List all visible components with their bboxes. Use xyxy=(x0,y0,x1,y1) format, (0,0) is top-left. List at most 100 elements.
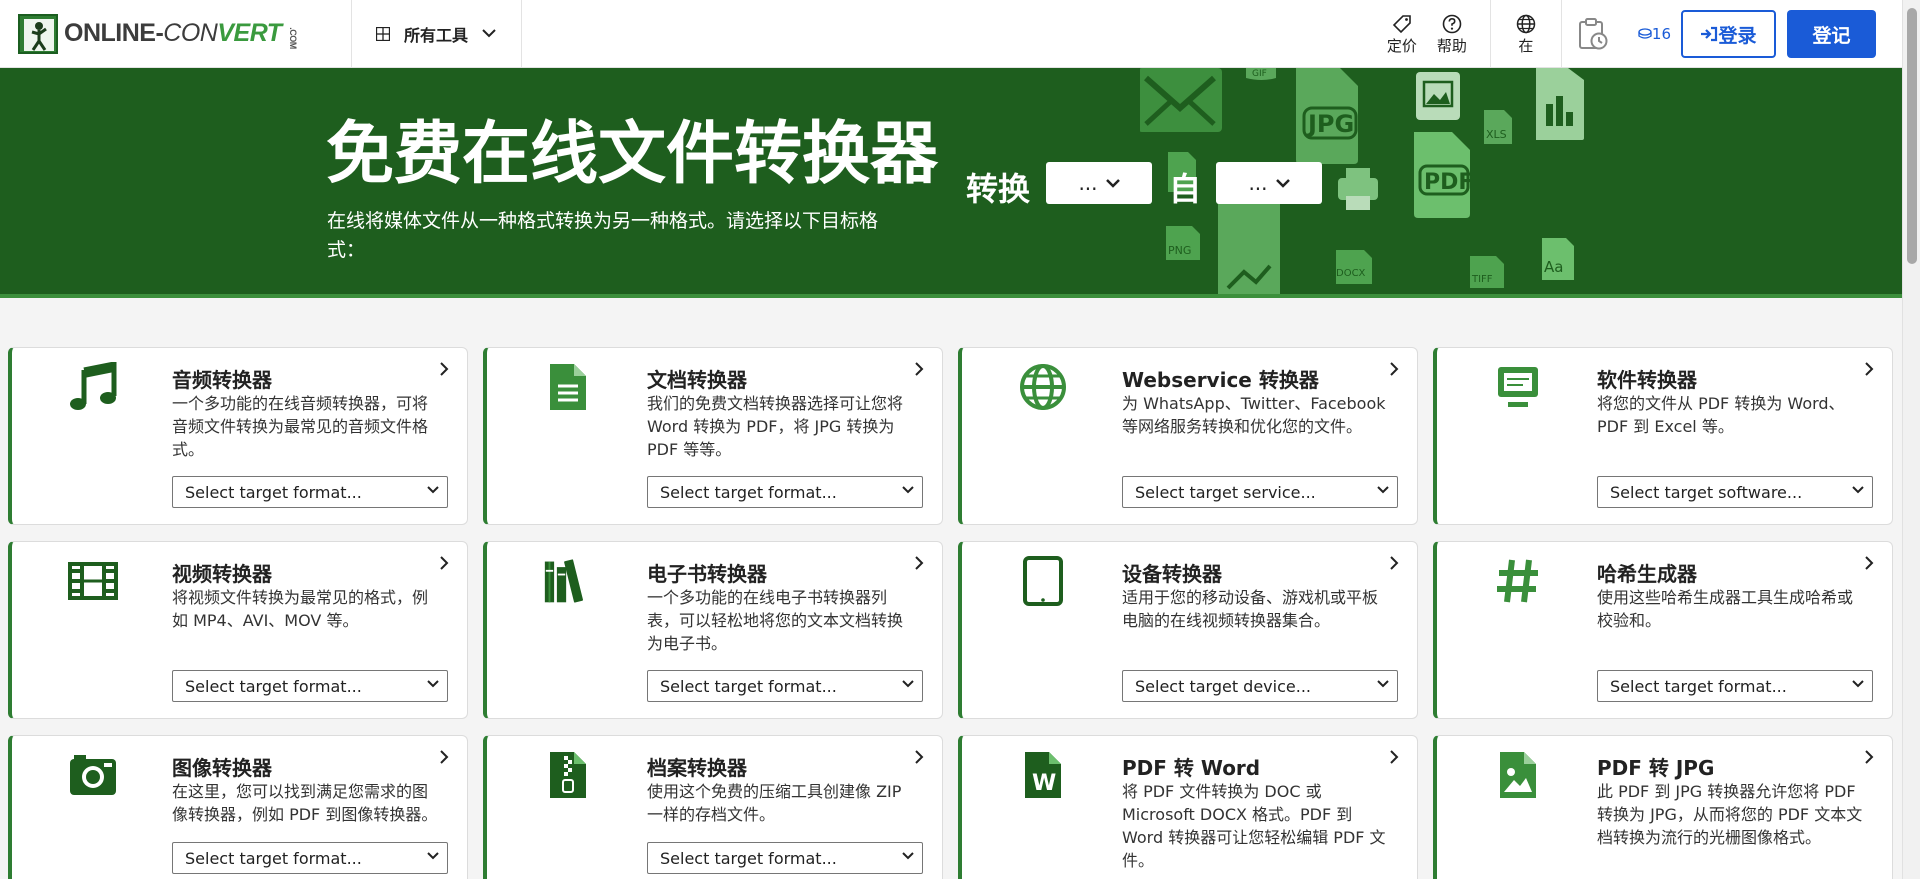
select-value: Select target service... xyxy=(1135,482,1316,502)
card-title: 哈希生成器 xyxy=(1597,562,1697,586)
card-pdf-to-word[interactable]: W PDF 转 Word 将 PDF 文件转换为 DOC 或 Microsoft… xyxy=(958,735,1418,879)
history-button[interactable] xyxy=(1562,17,1624,51)
convert-label: 转换 xyxy=(966,170,1031,208)
chevron-right-icon xyxy=(440,362,449,376)
card-description: 一个多功能的在线音频转换器，可将音频文件转换为最常见的音频文件格式。 xyxy=(172,394,429,459)
select-value: Select target format... xyxy=(660,848,837,868)
target-format-select[interactable]: Select target format... xyxy=(172,842,448,874)
logo-wordmark: ONLINE-CONVERT .COM xyxy=(64,19,298,49)
chevron-right-icon xyxy=(1390,750,1399,764)
card-description: 为 WhatsApp、Twitter、Facebook 等网络服务转换和优化您的… xyxy=(1122,394,1386,436)
chevron-right-icon xyxy=(1390,362,1399,376)
sign-in-icon xyxy=(1701,26,1718,42)
target-format-select[interactable]: Select target format... xyxy=(1597,670,1873,702)
chevron-down-icon xyxy=(1377,486,1389,494)
scrollbar-thumb[interactable] xyxy=(1907,8,1917,264)
hero-subtitle: 在线将媒体文件从一种格式转换为另一种格式。请选择以下目标格式： xyxy=(327,210,879,261)
card-video-converter[interactable]: 视频转换器 将视频文件转换为最常见的格式，例如 MP4、AVI、MOV 等。 S… xyxy=(8,541,468,719)
card-software-converter[interactable]: 软件转换器 将您的文件从 PDF 转换为 Word、PDF 到 Excel 等。… xyxy=(1433,347,1893,525)
card-audio-converter[interactable]: 音频转换器 一个多功能的在线音频转换器，可将音频文件转换为最常见的音频文件格式。… xyxy=(8,347,468,525)
card-webservice-converter[interactable]: Webservice 转换器 为 WhatsApp、Twitter、Facebo… xyxy=(958,347,1418,525)
card-title: 文档转换器 xyxy=(647,368,747,392)
select-value: Select target format... xyxy=(660,676,837,696)
chevron-down-icon xyxy=(902,486,914,494)
target-device-select[interactable]: Select target device... xyxy=(1122,670,1398,702)
chevron-down-icon xyxy=(427,852,439,860)
target-format-select[interactable]: Select target format... xyxy=(172,670,448,702)
camera-icon xyxy=(70,755,116,795)
card-title: PDF 转 Word xyxy=(1122,756,1261,780)
globe-icon xyxy=(1020,364,1066,410)
all-tools-label: 所有工具 xyxy=(404,25,469,45)
login-button[interactable]: 登录 xyxy=(1681,10,1776,58)
login-label: 登录 xyxy=(1718,24,1757,47)
chevron-down-icon xyxy=(1275,178,1290,188)
card-description: 使用这些哈希生成器工具生成哈希或校验和。 xyxy=(1597,588,1854,630)
card-description: 一个多功能的在线电子书转换器列表，可以轻松地将您的文本文档转换为电子书。 xyxy=(647,588,904,653)
grid-icon xyxy=(376,26,390,41)
help-label: 帮助 xyxy=(1436,36,1467,55)
select-value: Select target software... xyxy=(1610,482,1803,502)
target-format-value: ... xyxy=(1248,171,1268,195)
credits-count: 16 xyxy=(1651,25,1671,43)
chevron-right-icon xyxy=(915,556,924,570)
chevron-right-icon xyxy=(1390,556,1399,570)
card-ebook-converter[interactable]: 电子书转换器 一个多功能的在线电子书转换器列表，可以轻松地将您的文本文档转换为电… xyxy=(483,541,943,719)
zip-file-icon xyxy=(550,752,586,798)
chevron-down-icon xyxy=(1852,680,1864,688)
chevron-down-icon xyxy=(1377,680,1389,688)
logo-mark-icon xyxy=(18,13,58,54)
tag-icon xyxy=(1392,14,1411,33)
hero-title: 免费在线文件转换器 xyxy=(326,115,939,194)
card-device-converter[interactable]: 设备转换器 适用于您的移动设备、游戏机或平板电脑的在线视频转换器集合。 Sele… xyxy=(958,541,1418,719)
card-description: 使用这个免费的压缩工具创建像 ZIP 一样的存档文件。 xyxy=(647,782,902,824)
card-archive-converter[interactable]: 档案转换器 使用这个免费的压缩工具创建像 ZIP 一样的存档文件。 Select… xyxy=(483,735,943,879)
register-label: 登记 xyxy=(1812,24,1851,47)
register-button[interactable]: 登记 xyxy=(1787,10,1876,58)
gif-label: GIF xyxy=(1252,69,1267,79)
all-tools-dropdown[interactable]: 所有工具 xyxy=(352,0,522,68)
card-title: 电子书转换器 xyxy=(647,562,767,586)
jpg-label: JPG xyxy=(1306,110,1354,138)
card-document-converter[interactable]: 文档转换器 我们的免费文档转换器选择可让您将 Word 转换为 PDF，将 JP… xyxy=(483,347,943,525)
select-value: Select target format... xyxy=(660,482,837,502)
chevron-right-icon xyxy=(1865,362,1874,376)
hash-icon xyxy=(1497,559,1538,603)
card-description: 将您的文件从 PDF 转换为 Word、PDF 到 Excel 等。 xyxy=(1597,394,1845,436)
target-format-select[interactable]: Select target format... xyxy=(172,476,448,508)
document-icon xyxy=(550,364,586,410)
svg-text:W: W xyxy=(1032,771,1056,796)
card-title: PDF 转 JPG xyxy=(1597,756,1715,780)
card-title: 设备转换器 xyxy=(1122,562,1222,586)
card-pdf-to-jpg[interactable]: PDF 转 JPG 此 PDF 到 JPG 转换器允许您将 PDF 转换为 JP… xyxy=(1433,735,1893,879)
pdf-label: PDF xyxy=(1424,170,1473,195)
help-link[interactable]: 帮助 xyxy=(1432,13,1472,56)
site-logo[interactable]: ONLINE-CONVERT .COM xyxy=(0,0,352,68)
chevron-down-icon xyxy=(482,29,496,38)
card-description: 适用于您的移动设备、游戏机或平板电脑的在线视频转换器集合。 xyxy=(1122,588,1379,630)
target-format-select[interactable]: ... xyxy=(1216,162,1322,204)
select-value: Select target format... xyxy=(185,482,362,502)
coins-icon xyxy=(1638,28,1652,39)
chevron-right-icon xyxy=(440,750,449,764)
word-file-icon: W xyxy=(1025,752,1061,798)
chevron-down-icon xyxy=(902,680,914,688)
vertical-scrollbar[interactable] xyxy=(1902,0,1920,879)
card-title: Webservice 转换器 xyxy=(1122,368,1319,392)
xls-label: XLS xyxy=(1486,128,1507,141)
select-value: Select target format... xyxy=(1610,676,1787,696)
card-hash-generator[interactable]: 哈希生成器 使用这些哈希生成器工具生成哈希或校验和。 Select target… xyxy=(1433,541,1893,719)
credits-counter[interactable]: 16 xyxy=(1638,25,1671,43)
target-format-select[interactable]: Select target format... xyxy=(647,842,923,874)
card-title: 档案转换器 xyxy=(647,756,747,780)
target-service-select[interactable]: Select target service... xyxy=(1122,476,1398,508)
source-format-select[interactable]: ... xyxy=(1046,162,1152,204)
target-software-select[interactable]: Select target software... xyxy=(1597,476,1873,508)
chevron-right-icon xyxy=(1865,556,1874,570)
pricing-link[interactable]: 定价 xyxy=(1382,13,1422,56)
target-format-select[interactable]: Select target format... xyxy=(647,670,923,702)
chevron-right-icon xyxy=(1865,750,1874,764)
language-selector[interactable]: 在 xyxy=(1491,13,1561,56)
target-format-select[interactable]: Select target format... xyxy=(647,476,923,508)
card-image-converter[interactable]: 图像转换器 在这里，您可以找到满足您需求的图像转换器，例如 PDF 到图像转换器… xyxy=(8,735,468,879)
